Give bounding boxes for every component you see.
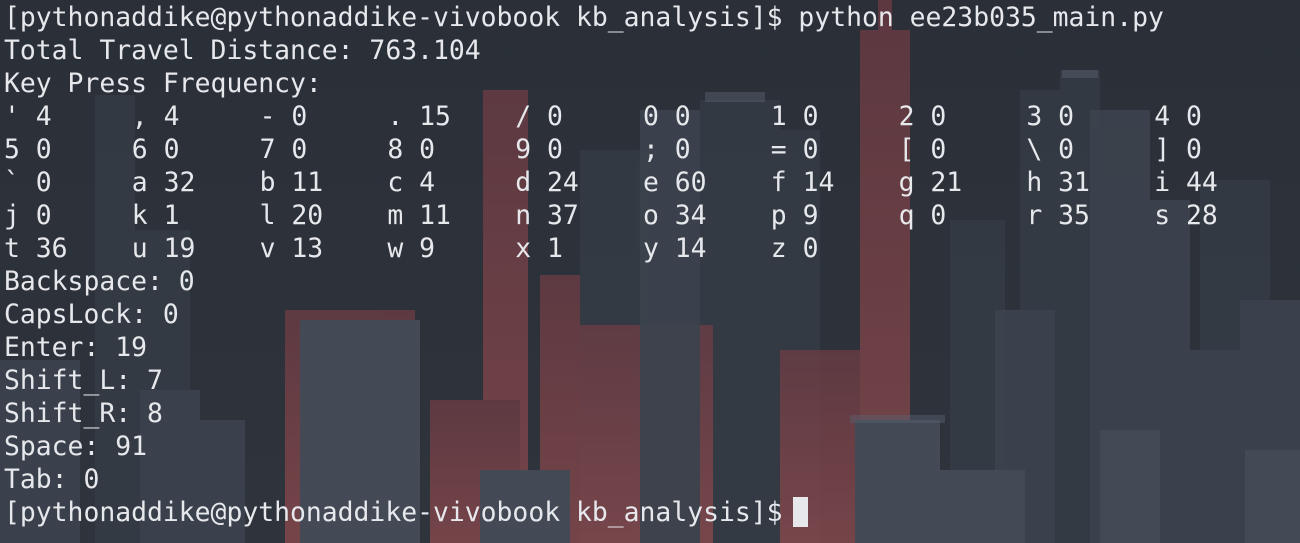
- key-frequency-entry: z 0: [770, 233, 819, 264]
- key-frequency-entry: - 0: [259, 101, 308, 132]
- key-frequency-entry: ` 0: [4, 167, 52, 198]
- special-key-line: CapsLock: 0: [4, 299, 179, 330]
- key-frequency-entry: s 28: [1154, 200, 1218, 231]
- frequency-table: ' 4 , 4 - 0 . 15 / 0 0 0 1 0 2 0 3 0 4 0 5 0 6 0 7 0…: [4, 100, 1296, 265]
- key-frequency-entry: u 19: [131, 233, 196, 264]
- prompt-line[interactable]: [pythonaddike@pythonaddike-vivobook kb_a…: [4, 496, 1296, 529]
- key-frequency-entry: f 14: [770, 167, 835, 198]
- special-key-line: Space: 91: [4, 431, 147, 462]
- key-frequency-entry: 6 0: [131, 134, 180, 165]
- key-frequency-entry: 5 0: [4, 134, 52, 165]
- key-frequency-entry: y 14: [643, 233, 707, 264]
- total-travel-distance: Total Travel Distance: 763.104: [4, 35, 481, 66]
- key-frequency-entry: . 15: [387, 101, 451, 132]
- special-keys-list: Backspace: 0 CapsLock: 0 Enter: 19 Shift…: [4, 265, 1296, 496]
- special-key-line: Backspace: 0: [4, 266, 195, 297]
- key-frequency-entry: o 34: [643, 200, 707, 231]
- special-key-line: Shift_R: 8: [4, 398, 163, 429]
- frequency-row: ' 4 , 4 - 0 . 15 / 0 0 0 1 0 2 0 3 0 4 0: [4, 100, 1296, 133]
- key-frequency-entry: 9 0: [515, 134, 563, 165]
- key-frequency-entry: d 24: [515, 167, 579, 198]
- key-frequency-entry: h 31: [1026, 167, 1090, 198]
- key-frequency-entry: 3 0: [1026, 101, 1075, 132]
- key-frequency-entry: l 20: [259, 200, 324, 231]
- key-frequency-entry: t 36: [4, 233, 68, 264]
- key-frequency-entry: r 35: [1026, 200, 1090, 231]
- key-frequency-entry: 8 0: [387, 134, 436, 165]
- key-frequency-entry: 4 0: [1154, 101, 1202, 132]
- key-frequency-entry: e 60: [643, 167, 707, 198]
- key-frequency-entry: w 9: [387, 233, 436, 264]
- special-key-line: Enter: 19: [4, 332, 147, 363]
- key-frequency-entry: c 4: [387, 167, 436, 198]
- key-frequency-entry: q 0: [898, 200, 947, 231]
- key-frequency-entry: n 37: [515, 200, 579, 231]
- frequency-row: t 36 u 19 v 13 w 9 x 1 y 14 z 0: [4, 232, 1296, 265]
- key-frequency-entry: ; 0: [643, 134, 691, 165]
- key-frequency-entry: i 44: [1154, 167, 1218, 198]
- key-frequency-entry: / 0: [515, 101, 563, 132]
- key-frequency-entry: [ 0: [898, 134, 947, 165]
- key-frequency-entry: m 11: [387, 200, 451, 231]
- key-frequency-entry: 7 0: [259, 134, 308, 165]
- key-frequency-entry: g 21: [898, 167, 963, 198]
- key-frequency-entry: 2 0: [898, 101, 947, 132]
- frequency-row: 5 0 6 0 7 0 8 0 9 0 ; 0 = 0 [ 0 \ 0 ] 0: [4, 133, 1296, 166]
- key-press-frequency-header: Key Press Frequency:: [4, 68, 322, 99]
- frequency-row: ` 0 a 32 b 11 c 4 d 24 e 60 f 14 g 21 h 31 i 44: [4, 166, 1296, 199]
- key-frequency-entry: x 1: [515, 233, 563, 264]
- key-frequency-entry: ' 4: [4, 101, 52, 132]
- key-frequency-entry: b 11: [259, 167, 324, 198]
- key-frequency-entry: ] 0: [1154, 134, 1202, 165]
- terminal-window[interactable]: [pythonaddike@pythonaddike-vivobook kb_a…: [0, 0, 1300, 543]
- key-frequency-entry: 1 0: [770, 101, 819, 132]
- key-frequency-entry: a 32: [131, 167, 196, 198]
- special-key-line: Shift_L: 7: [4, 365, 163, 396]
- key-frequency-entry: , 4: [131, 101, 180, 132]
- key-frequency-entry: j 0: [4, 200, 52, 231]
- key-frequency-entry: 0 0: [643, 101, 691, 132]
- key-frequency-entry: = 0: [770, 134, 819, 165]
- special-key-line: Tab: 0: [4, 464, 100, 495]
- terminal-output: [pythonaddike@pythonaddike-vivobook kb_a…: [4, 1, 1296, 529]
- key-frequency-entry: k 1: [131, 200, 180, 231]
- key-frequency-entry: v 13: [259, 233, 324, 264]
- command-line: [pythonaddike@pythonaddike-vivobook kb_a…: [4, 2, 1164, 33]
- shell-prompt: [pythonaddike@pythonaddike-vivobook kb_a…: [4, 497, 783, 528]
- key-frequency-entry: p 9: [770, 200, 819, 231]
- text-cursor: [792, 497, 808, 527]
- key-frequency-entry: \ 0: [1026, 134, 1075, 165]
- frequency-row: j 0 k 1 l 20 m 11 n 37 o 34 p 9 q 0 r 35 s 28: [4, 199, 1296, 232]
